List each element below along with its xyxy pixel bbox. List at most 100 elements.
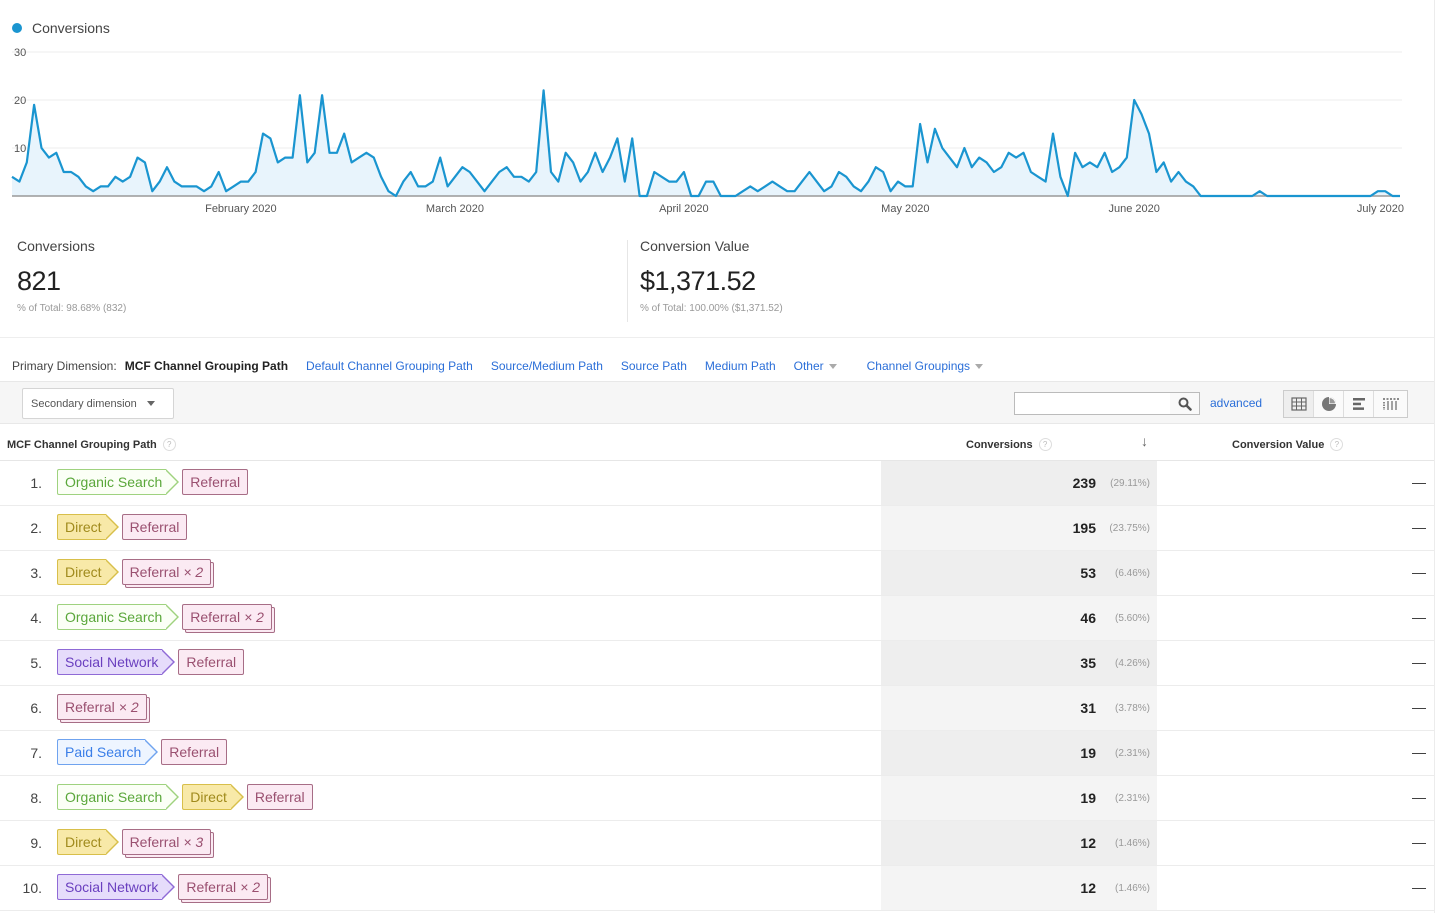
conversions-value: 19 [1080,745,1096,761]
row-number: 8. [30,790,42,806]
repeat-count: × 2 [244,609,264,625]
table-row: 3. Direct Referral × 2 53 (6.46%) — [0,551,1434,596]
channel-path: Referral × 2 [57,694,153,720]
pivot-view-button[interactable] [1374,391,1407,417]
help-icon[interactable]: ? [1038,438,1052,451]
conversions-percent: (4.26%) [1114,657,1150,669]
channel-chip-direct[interactable]: Direct [57,559,119,585]
channel-groupings-dropdown[interactable]: Channel Groupings [867,359,984,373]
legend-label: Conversions [32,20,110,36]
channel-chip-referral[interactable]: Referral × 2 [57,694,147,720]
search-button[interactable] [1170,392,1200,415]
channel-chip-referral[interactable]: Referral [178,649,245,675]
dimension-other-dropdown[interactable]: Other [794,359,837,373]
metric-divider [627,240,628,322]
table-view-button[interactable] [1284,391,1314,417]
advanced-filter-link[interactable]: advanced [1210,396,1262,410]
conversions-cell: 12 (1.46%) [881,866,1157,910]
channel-path: Direct Referral [57,514,193,540]
channel-label: Referral [129,564,180,580]
conversions-cell: 12 (1.46%) [881,821,1157,865]
help-icon[interactable]: ? [162,438,176,451]
conversions-percent: (2.31%) [1114,747,1150,759]
conversions-value: 46 [1080,610,1096,626]
x-tick-label: June 2020 [1109,203,1160,215]
dimension-link-source-path[interactable]: Source Path [621,359,687,373]
conversions-percent: (2.31%) [1114,792,1150,804]
channel-chip-referral[interactable]: Referral × 2 [121,559,212,585]
channel-label: Organic Search [65,474,163,490]
channel-chip-social-network[interactable]: Social Network [57,649,176,675]
pie-view-button[interactable] [1314,391,1344,417]
sort-descending-icon[interactable]: ↓ [1141,433,1148,449]
channel-path: Direct Referral × 2 [57,559,217,585]
channel-label: Organic Search [65,609,163,625]
conversion-value-cell: — [1412,834,1426,850]
table-row: 9. Direct Referral × 3 12 (1.46%) — [0,821,1434,866]
conversions-value: 12 [1080,835,1096,851]
row-number: 3. [30,565,42,581]
channel-path: Social Network Referral [57,649,250,675]
performance-view-button[interactable] [1344,391,1374,417]
channel-chip-referral[interactable]: Referral × 2 [178,874,269,900]
channel-chip-referral[interactable]: Referral × 2 [182,604,272,630]
dimension-link-source-medium-path[interactable]: Source/Medium Path [491,359,603,373]
row-number: 9. [30,835,42,851]
x-tick-label: July 2020 [1357,203,1404,215]
metric-percent-of-total: % of Total: 100.00% ($1,371.52) [640,303,783,314]
column-header-label: Conversion Value [1232,438,1325,451]
channel-path: Paid Search Referral [57,739,233,765]
conversions-value: 53 [1080,565,1096,581]
dimension-link-medium-path[interactable]: Medium Path [705,359,776,373]
repeat-count: × 2 [240,879,261,895]
help-icon[interactable]: ? [1330,438,1344,451]
series-area [12,90,1400,196]
dimension-link-default-channel-grouping-path[interactable]: Default Channel Grouping Path [306,359,473,373]
metric-label: Conversion Value [640,238,750,254]
metric-value: 821 [17,266,61,296]
table-search-input[interactable] [1014,392,1171,415]
other-label: Other [793,359,824,373]
caret-down-icon [975,364,984,370]
chart-legend[interactable]: Conversions [12,20,110,36]
channel-chip-referral[interactable]: Referral [161,739,228,765]
row-number: 6. [30,700,42,716]
column-header-conversion-value[interactable]: Conversion Value ? [1232,438,1344,451]
table-row: 8. Organic Search Direct Referral 19 (2.31%) — [0,776,1434,821]
channel-chip-referral[interactable]: Referral × 3 [121,829,212,855]
column-header-conversions[interactable]: Conversions ? [966,438,1052,451]
conversions-percent: (3.78%) [1114,702,1150,714]
channel-label: Referral [65,699,115,715]
column-header-path[interactable]: MCF Channel Grouping Path ? [7,438,176,451]
channel-chip-direct[interactable]: Direct [57,514,119,540]
conversions-percent: (29.11%) [1110,477,1150,489]
conversions-value: 31 [1080,700,1096,716]
pivot-table-icon [1382,398,1399,410]
channel-label: Social Network [65,654,159,670]
row-number: 7. [30,745,42,761]
table-row: 10. Social Network Referral × 2 12 (1.46%) — [0,866,1434,911]
channel-path: Organic Search Referral × 2 [57,604,278,630]
channel-chip-direct[interactable]: Direct [57,829,119,855]
channel-chip-social-network[interactable]: Social Network [57,874,176,900]
channel-chip-referral[interactable]: Referral [182,469,249,495]
conversions-value: 195 [1072,520,1096,536]
channel-chip-organic-search[interactable]: Organic Search [57,469,180,495]
channel-label: Paid Search [65,744,142,760]
bar-list-icon [1352,398,1365,410]
channel-chip-referral[interactable]: Referral [121,514,188,540]
channel-label: Referral [254,789,305,805]
row-number: 5. [30,655,42,671]
row-number: 4. [30,610,42,626]
channel-path: Organic Search Referral [57,469,254,495]
secondary-dimension-dropdown[interactable]: Secondary dimension [22,388,174,419]
channel-chip-paid-search[interactable]: Paid Search [57,739,159,765]
conversions-line-chart[interactable]: 30 20 10 February 2020 March 2020 April 2020 M… [0,40,1420,220]
channel-chip-direct[interactable]: Direct [182,784,244,810]
conversions-percent: (23.75%) [1109,522,1150,534]
channel-chip-referral[interactable]: Referral [246,784,313,810]
conversions-cell: 19 (2.31%) [881,731,1157,775]
channel-chip-organic-search[interactable]: Organic Search [57,784,180,810]
table-row: 6. Referral × 2 31 (3.78%) — [0,686,1434,731]
channel-chip-organic-search[interactable]: Organic Search [57,604,180,630]
